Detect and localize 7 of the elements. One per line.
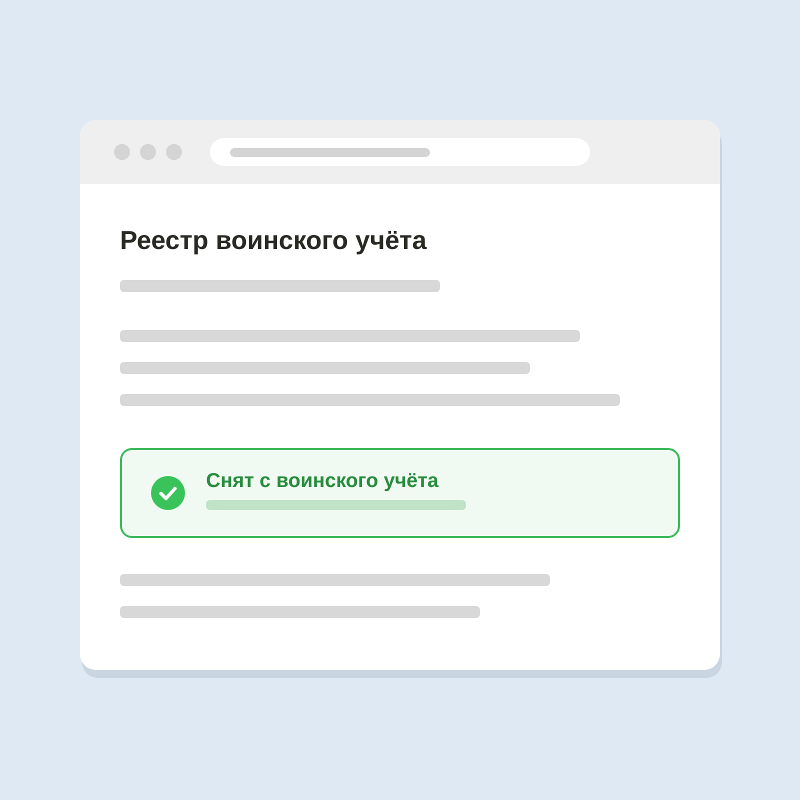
check-circle-icon <box>151 476 185 510</box>
window-control-icon[interactable] <box>114 144 130 160</box>
page-title: Реестр воинского учёта <box>120 224 427 256</box>
window-control-icon[interactable] <box>166 144 182 160</box>
window-control-icon[interactable] <box>140 144 156 160</box>
status-text: Снят с воинского учёта <box>206 469 439 494</box>
address-bar[interactable] <box>210 138 590 166</box>
